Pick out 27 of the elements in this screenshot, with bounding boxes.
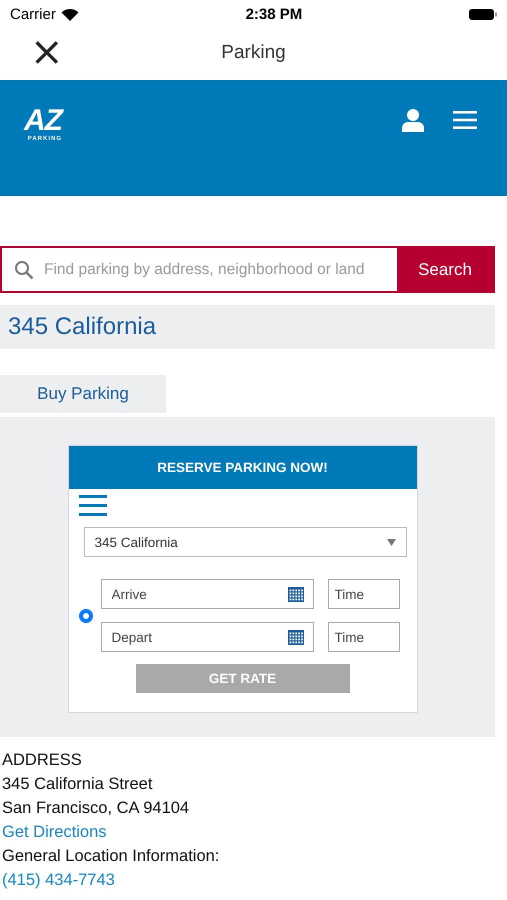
directions-link[interactable]: Get Directions — [2, 823, 107, 841]
wifi-icon — [60, 8, 79, 20]
date-field[interactable]: Arrive — [100, 579, 314, 609]
address-line: 345 California Street — [2, 775, 154, 794]
radio-button[interactable] — [78, 608, 92, 622]
date-field[interactable]: Depart — [100, 622, 314, 652]
calendar-icon[interactable] — [288, 587, 304, 602]
location-title: 345 California — [8, 313, 156, 341]
phone-link[interactable]: (415) 434-7743 — [2, 871, 115, 889]
address-line: San Francisco, CA 94104 — [2, 799, 190, 818]
nav-title: Parking — [221, 42, 286, 64]
close-button[interactable]: × — [26, 34, 68, 70]
time-field[interactable]: Time — [328, 622, 400, 652]
location-select[interactable]: 345 California — [84, 527, 406, 557]
tab[interactable]: Buy Parking — [0, 375, 166, 413]
caret-icon — [386, 538, 396, 546]
info-label: General Location Information: — [2, 847, 220, 866]
carrier-label: Carrier — [10, 6, 56, 22]
calendar-icon[interactable] — [288, 630, 304, 645]
battery-icon — [468, 8, 497, 20]
menu-icon[interactable] — [453, 110, 477, 130]
user-icon[interactable] — [401, 108, 425, 132]
menu-icon[interactable] — [78, 495, 106, 517]
clock-time: 2:38 PM — [246, 6, 302, 22]
card-title: RESERVE PARKING NOW! — [157, 460, 328, 475]
address-heading: ADDRESS — [2, 751, 83, 770]
time-field[interactable]: Time — [328, 579, 400, 609]
